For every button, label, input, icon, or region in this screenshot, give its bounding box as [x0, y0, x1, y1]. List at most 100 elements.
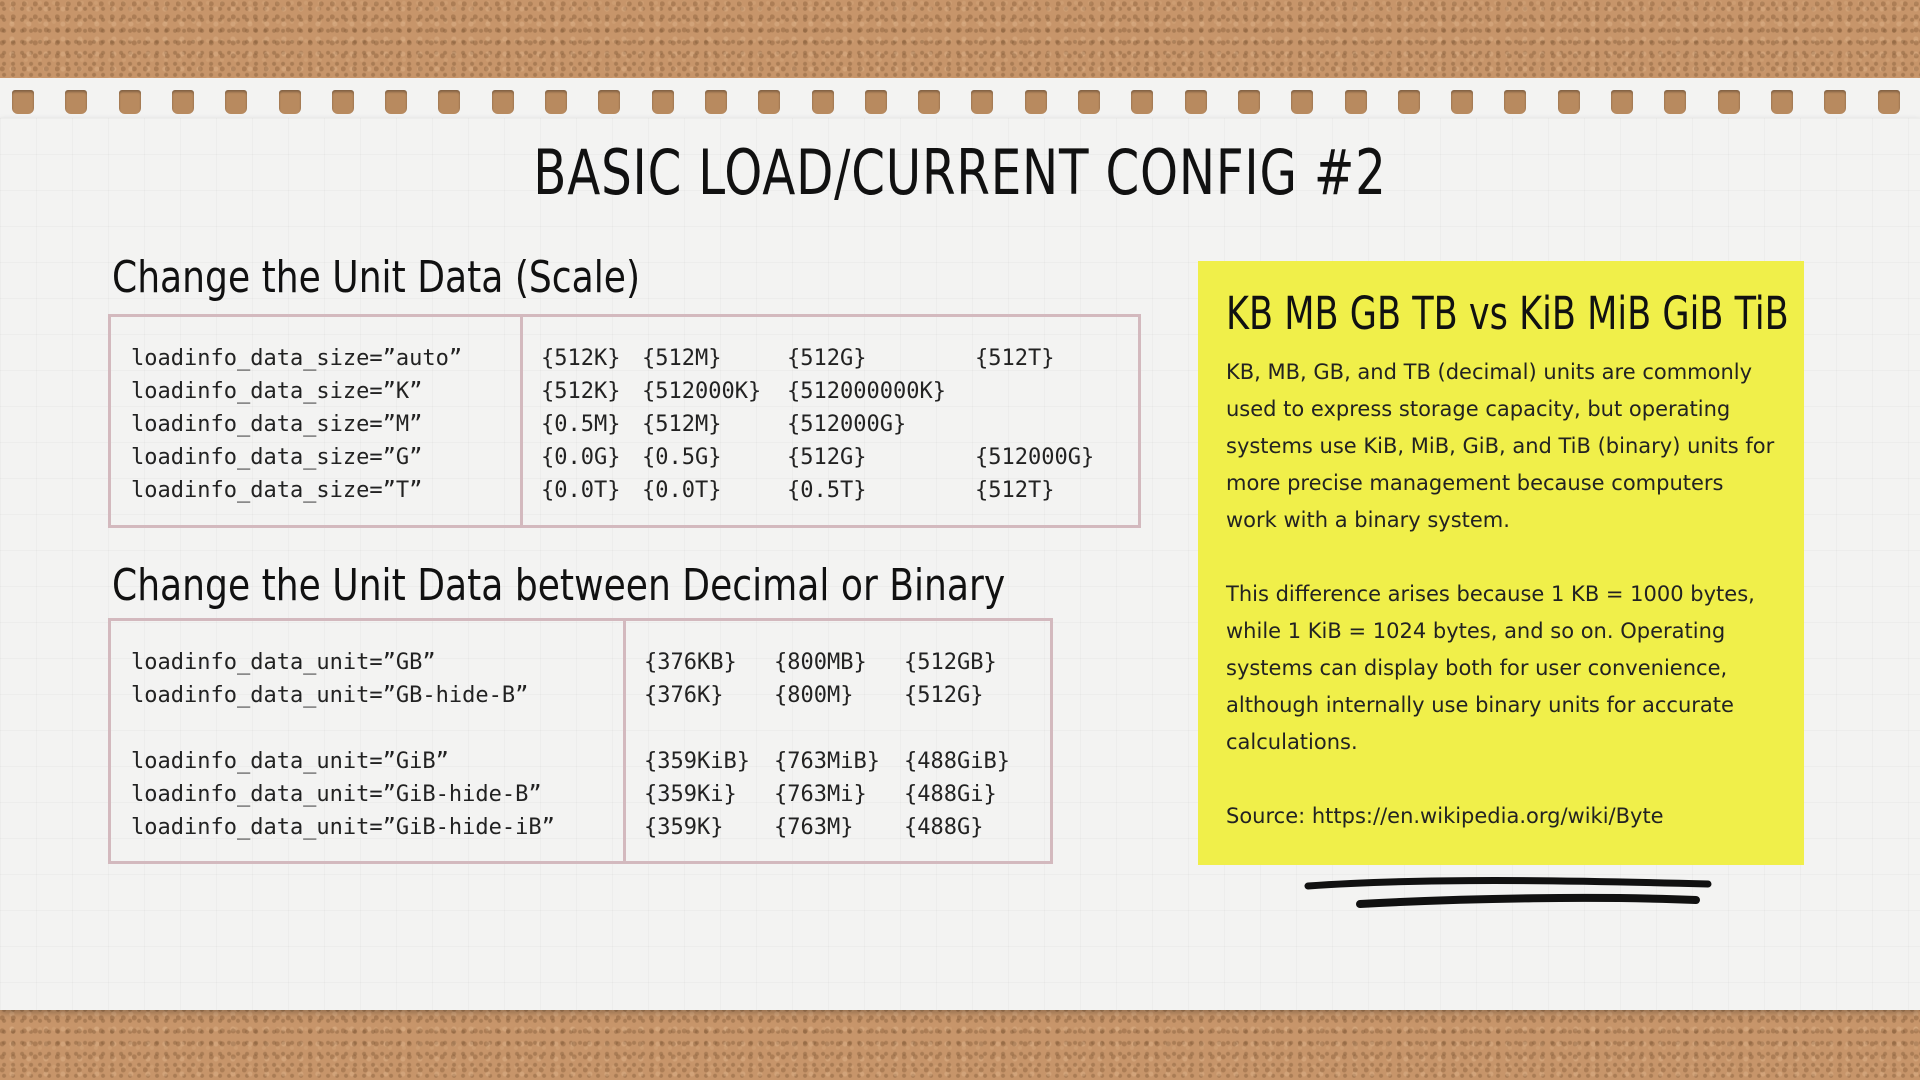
info-note: KB MB GB TB vs KiB MiB GiB TiB KB, MB, G…	[1198, 261, 1804, 865]
paper-hole	[918, 90, 941, 114]
value-row: {0.0T} {0.0T} {0.5T} {512T}	[541, 474, 1115, 507]
paper-hole	[1237, 90, 1260, 114]
value-cell	[644, 712, 774, 745]
value-cell: {0.5M}	[541, 412, 621, 437]
value-cell: {512000K}	[642, 379, 762, 404]
value-cell: {0.0G}	[541, 445, 621, 470]
value-cell	[975, 408, 1115, 441]
value-cell: {0.5T}	[787, 478, 867, 503]
value-cell: {359Ki}	[644, 782, 737, 807]
paper-tear-edge	[0, 78, 1920, 122]
paper-hole	[1824, 90, 1847, 114]
config-line: loadinfo_data_unit=”GB”	[131, 650, 436, 675]
paper-hole	[171, 90, 194, 114]
value-cell: {763Mi}	[774, 782, 867, 807]
paper-hole	[704, 90, 727, 114]
unit-values-column: {376KB} {800MB} {512GB} {376K} {800M} {512G}{…	[626, 621, 1034, 861]
value-cell: {376KB}	[644, 650, 737, 675]
paper-hole	[1770, 90, 1793, 114]
paper-hole	[438, 90, 461, 114]
paper-hole	[1557, 90, 1580, 114]
value-cell: {488GiB}	[904, 749, 1010, 774]
paper-hole	[1131, 90, 1154, 114]
paper-hole	[118, 90, 141, 114]
paper-hole	[1877, 90, 1900, 114]
value-cell: {488Gi}	[904, 782, 997, 807]
paper-hole	[1024, 90, 1047, 114]
scale-config-column: loadinfo_data_size=”auto” loadinfo_data_s…	[111, 317, 523, 525]
value-cell: {0.0T}	[541, 478, 621, 503]
marker-underline	[1304, 877, 1712, 908]
config-line: loadinfo_data_size=”K”	[131, 379, 423, 404]
value-row	[644, 712, 1034, 745]
paper-hole	[225, 90, 248, 114]
value-cell: {512M}	[642, 412, 722, 437]
value-cell: {376K}	[644, 683, 724, 708]
value-cell: {512T}	[975, 346, 1055, 371]
value-cell: {512M}	[642, 346, 722, 371]
value-cell	[904, 712, 1034, 745]
value-cell: {512000000K}	[787, 379, 946, 404]
value-cell: {512000G}	[975, 445, 1095, 470]
value-cell: {512G}	[787, 346, 867, 371]
unit-config-column: loadinfo_data_unit=”GB” loadinfo_data_uni…	[111, 621, 626, 861]
paper-hole	[1184, 90, 1207, 114]
paper-hole	[1078, 90, 1100, 114]
note-source: Source: https://en.wikipedia.org/wiki/By…	[1226, 804, 1664, 828]
value-cell: {0.0T}	[642, 478, 722, 503]
config-line: loadinfo_data_size=”M”	[131, 412, 423, 437]
config-line: loadinfo_data_unit=”GB-hide-B”	[131, 683, 529, 708]
value-row: {359KiB} {763MiB} {488GiB}	[644, 745, 1034, 778]
value-cell: {512T}	[975, 478, 1055, 503]
value-row: {512K} {512000K} {512000000K}	[541, 375, 1115, 408]
value-row: {0.0G} {0.5G} {512G} {512000G}	[541, 441, 1115, 474]
paper-hole	[1344, 90, 1367, 114]
config-line: loadinfo_data_size=”auto”	[131, 346, 463, 371]
value-row: {359Ki} {763Mi} {488Gi}	[644, 778, 1034, 811]
value-cell: {512000G}	[787, 412, 907, 437]
value-cell: {512G}	[904, 683, 984, 708]
paper-hole	[1291, 90, 1314, 114]
scale-heading: Change the Unit Data (Scale)	[112, 252, 641, 303]
value-cell	[975, 375, 1115, 408]
config-line	[131, 712, 623, 745]
value-cell: {359KiB}	[644, 749, 750, 774]
config-line: loadinfo_data_size=”G”	[131, 445, 423, 470]
paper-hole	[811, 90, 834, 114]
note-paragraph-difference: This difference arises because 1 KB = 10…	[1226, 582, 1755, 754]
value-cell: {512G}	[787, 445, 867, 470]
note-title: KB MB GB TB vs KiB MiB GiB TiB	[1226, 287, 1789, 340]
config-line: loadinfo_data_size=”T”	[131, 478, 423, 503]
scale-table: loadinfo_data_size=”auto” loadinfo_data_s…	[108, 314, 1141, 528]
paper-hole	[651, 90, 674, 114]
paper-hole	[1664, 90, 1687, 114]
paper-hole	[545, 90, 567, 114]
value-cell: {512K}	[541, 346, 621, 371]
value-cell: {512GB}	[904, 650, 997, 675]
paper-hole	[12, 90, 34, 114]
value-cell: {512K}	[541, 379, 621, 404]
config-line: loadinfo_data_unit=”GiB”	[131, 749, 449, 774]
value-cell: {800MB}	[774, 650, 867, 675]
scale-values-column: {512K} {512M} {512G} {512T} {512K} {512000K}{…	[523, 317, 1115, 525]
value-row: {376K} {800M} {512G}	[644, 679, 1034, 712]
value-cell	[774, 712, 904, 745]
paper-hole	[758, 90, 781, 114]
value-row: {512K} {512M} {512G} {512T}	[541, 342, 1115, 375]
paper-hole	[971, 90, 994, 114]
paper-hole	[331, 90, 354, 114]
page-title: BASIC LOAD/CURRENT CONFIG #2	[533, 136, 1387, 209]
value-cell: {0.5G}	[642, 445, 722, 470]
paper-hole	[1611, 90, 1633, 114]
value-cell: {763MiB}	[774, 749, 880, 774]
value-cell: {488G}	[904, 815, 984, 840]
paper-hole	[864, 90, 887, 114]
value-row: {0.5M} {512M} {512000G}	[541, 408, 1115, 441]
config-line: loadinfo_data_unit=”GiB-hide-B”	[131, 782, 542, 807]
config-line: loadinfo_data_unit=”GiB-hide-iB”	[131, 815, 555, 840]
unit-heading: Change the Unit Data between Decimal or …	[112, 560, 1006, 611]
paper-hole	[65, 90, 88, 114]
note-paragraph-decimal-binary: KB, MB, GB, and TB (decimal) units are c…	[1226, 360, 1775, 532]
paper-hole	[491, 90, 514, 114]
paper-hole	[278, 90, 301, 114]
